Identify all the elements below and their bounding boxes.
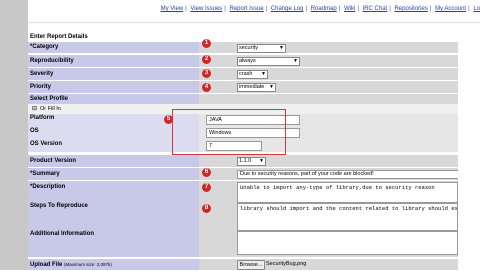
marker-2-badge: 2 — [202, 55, 211, 64]
severity-label: Severity — [28, 68, 199, 80]
nav-report-issue[interactable]: Report Issue — [230, 6, 264, 12]
priority-select[interactable]: immediate ▼ — [237, 83, 276, 92]
top-navigation: My View | View Issues | Report Issue | Chan… — [28, 0, 480, 23]
product-version-value: 1.1.0 — [239, 158, 252, 164]
severity-row: Severity crash ▼ — [28, 68, 458, 80]
severity-select[interactable]: crash ▼ — [237, 70, 268, 79]
reproducibility-value: always — [239, 58, 256, 64]
nav-irc-chat[interactable]: IRC Chat — [363, 6, 388, 12]
select-profile-row: Select Profile — [28, 94, 458, 104]
priority-cell: immediate ▼ — [199, 81, 458, 93]
marker-1-badge: 1 — [202, 39, 211, 48]
chevron-down-icon: ▼ — [259, 158, 264, 164]
left-margin — [0, 0, 28, 270]
browse-button[interactable]: Browse... — [237, 260, 265, 270]
select-profile-label: Select Profile — [28, 94, 199, 104]
os-version-label: OS Version — [30, 141, 63, 147]
reproducibility-row: Reproducibility always ▼ — [28, 55, 458, 67]
nav-repositories[interactable]: Repositories — [394, 6, 427, 12]
chevron-down-icon: ▼ — [261, 71, 266, 77]
highlight-box — [172, 109, 286, 155]
steps-cell: library should import and the content re… — [199, 203, 458, 231]
steps-label-cell: Steps To Reproduce — [28, 203, 199, 231]
product-version-cell: 1.1.0 ▼ — [199, 155, 458, 167]
summary-row: *Summary Due to security reasons, part o… — [28, 168, 459, 180]
marker-5-badge: 5 — [164, 115, 173, 124]
nav-logout[interactable]: Lo — [473, 6, 480, 12]
category-value: security — [239, 45, 258, 51]
priority-row: Priority immediate ▼ — [28, 81, 458, 93]
upload-filename: SecurityBug.png — [266, 261, 307, 267]
severity-cell: crash ▼ — [199, 68, 458, 80]
marker-6-badge: 6 — [202, 168, 211, 177]
steps-textarea[interactable]: library should import and the content re… — [237, 203, 458, 231]
priority-label: Priority — [28, 81, 199, 93]
product-version-label: Product Version — [28, 155, 199, 167]
chevron-down-icon: ▼ — [279, 45, 284, 51]
marker-7-badge: 7 — [202, 183, 211, 192]
additional-label-cell: Additional Information — [28, 231, 199, 257]
upload-cell: Browse... SecurityBug.png — [199, 259, 458, 270]
steps-label: Steps To Reproduce — [30, 203, 88, 209]
chevron-down-icon: ▼ — [293, 58, 298, 64]
priority-value: immediate — [239, 84, 265, 90]
description-textarea[interactable]: Unable to import any-type of library,due… — [237, 182, 458, 203]
reproducibility-label: Reproducibility — [28, 55, 199, 67]
product-version-select[interactable]: 1.1.0 ▼ — [237, 157, 266, 166]
steps-row: Steps To Reproduce library should import… — [28, 203, 458, 231]
upload-label: Upload File — [30, 262, 63, 268]
additional-textarea[interactable] — [237, 231, 458, 255]
upload-hint: (Maximum size: 2,097k) — [64, 262, 112, 267]
section-title: Enter Report Details — [28, 33, 460, 42]
os-label: OS — [30, 128, 39, 134]
nav-my-view[interactable]: My View — [161, 6, 184, 12]
description-cell: Unable to import any-type of library,due… — [199, 181, 458, 203]
category-row: *Category security ▼ — [28, 42, 458, 53]
severity-value: crash — [239, 71, 253, 77]
nav-roadmap[interactable]: Roadmap — [311, 6, 337, 12]
marker-8-badge: 8 — [202, 204, 211, 213]
summary-cell: Due to security reasons, part of your co… — [199, 168, 459, 180]
marker-4-badge: 4 — [202, 83, 211, 92]
right-margin — [458, 33, 480, 270]
additional-label: Additional Information — [30, 231, 94, 237]
platform-label: Platform — [30, 115, 55, 121]
description-row: *Description Unable to import any-type o… — [28, 181, 458, 203]
reproducibility-cell: always ▼ — [199, 55, 458, 67]
category-label: *Category — [28, 42, 199, 53]
additional-row: Additional Information — [28, 231, 458, 257]
marker-3-badge: 3 — [202, 69, 211, 78]
nav-my-account[interactable]: My Account — [435, 6, 466, 12]
collapse-toggle-icon[interactable]: ⊟ — [32, 105, 37, 112]
nav-links: My View | View Issues | Report Issue | Chan… — [160, 6, 480, 12]
summary-label: *Summary — [28, 168, 199, 180]
summary-input[interactable]: Due to security reasons, part of your co… — [237, 170, 459, 179]
chevron-down-icon: ▼ — [269, 84, 274, 90]
nav-view-issues[interactable]: View Issues — [190, 6, 222, 12]
product-version-row: Product Version 1.1.0 ▼ — [28, 155, 458, 167]
nav-change-log[interactable]: Change Log — [271, 6, 304, 12]
upload-label-cell: Upload File (Maximum size: 2,097k) — [28, 259, 199, 270]
or-fill-in-label: Or Fill In — [40, 106, 61, 112]
reproducibility-select[interactable]: always ▼ — [237, 57, 300, 66]
additional-cell — [199, 231, 458, 257]
select-profile-cell — [199, 94, 458, 104]
description-label: *Description — [28, 181, 199, 203]
upload-row: Upload File (Maximum size: 2,097k) Brows… — [28, 259, 458, 270]
category-cell: security ▼ — [199, 42, 458, 53]
nav-wiki[interactable]: Wiki — [344, 6, 355, 12]
category-select[interactable]: security ▼ — [237, 44, 286, 53]
